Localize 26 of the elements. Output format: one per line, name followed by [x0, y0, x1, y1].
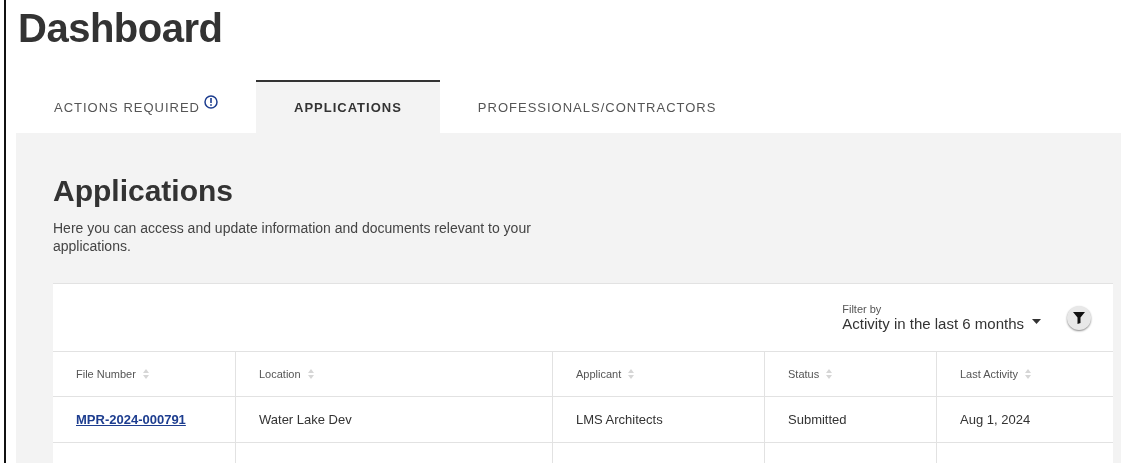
sort-icon[interactable]: [825, 368, 834, 380]
table-cell: Submitted: [765, 397, 937, 443]
sort-icon[interactable]: [306, 368, 315, 380]
filter-button[interactable]: [1067, 305, 1091, 330]
column-header[interactable]: Last Activity: [937, 352, 1113, 397]
table-cell: Water Lake Dev: [236, 397, 553, 443]
page-title: Dashboard: [17, 8, 224, 48]
section-description: Here you can access and update information and documents relevant to your applications.: [53, 219, 532, 255]
sort-icon[interactable]: [141, 368, 150, 380]
column-header[interactable]: Location: [236, 352, 553, 397]
file-number-link[interactable]: MPR-2024-000791: [76, 412, 186, 427]
sort-icon[interactable]: [1024, 368, 1033, 380]
section-title: Applications: [53, 173, 234, 209]
sort-icon[interactable]: [627, 368, 636, 380]
filter-label: Filter by: [842, 303, 883, 315]
table-cell: Aug 1, 2024: [937, 397, 1113, 443]
table-cell: LMS Architects: [553, 397, 765, 443]
filter-dropdown[interactable]: Activity in the last 6 months: [842, 315, 1041, 332]
column-header[interactable]: Status: [765, 352, 937, 397]
funnel-icon: [1073, 311, 1085, 324]
tab[interactable]: APPLICATIONS: [256, 80, 440, 133]
column-header[interactable]: Applicant: [553, 352, 765, 397]
tab[interactable]: ACTIONS REQUIRED: [16, 80, 256, 133]
tab[interactable]: PROFESSIONALS/CONTRACTORS: [439, 80, 755, 133]
caret-icon: [1032, 319, 1041, 325]
column-header[interactable]: File Number: [53, 352, 236, 397]
